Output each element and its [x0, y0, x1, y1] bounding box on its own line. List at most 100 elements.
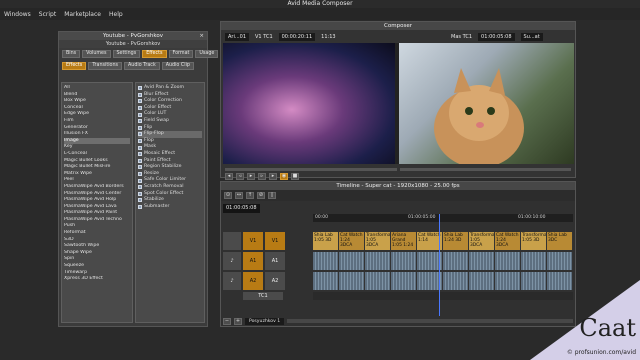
effect-category-item[interactable]: Spin [64, 256, 130, 263]
subtab-audio-clip[interactable]: Audio Clip [161, 62, 194, 70]
effect-category-item[interactable]: Push [64, 223, 130, 230]
effect-item[interactable]: Stabilize [138, 197, 202, 204]
audio-clip[interactable] [391, 272, 417, 290]
audio-clip[interactable] [521, 252, 547, 270]
track-label-v1[interactable]: V1 [243, 232, 263, 250]
effect-category-item[interactable]: L-Conceal [64, 151, 130, 158]
effect-category-item[interactable]: Shape Wipe [64, 250, 130, 257]
track-label-a1[interactable]: A1 [243, 252, 263, 270]
effect-category-item[interactable]: Xpress 3D Effect [64, 276, 130, 283]
tab-usage[interactable]: Usage [195, 50, 219, 58]
audio-clip[interactable] [391, 252, 417, 270]
video-clip[interactable]: Ariana Grand 1:05 1:24 [391, 232, 417, 250]
track-enable-a1[interactable]: A1 [265, 252, 285, 270]
effect-category-item[interactable]: Reformat [64, 230, 130, 237]
effect-item[interactable]: Mosaic Effect [138, 151, 202, 158]
effect-category-item[interactable]: S3D [64, 237, 130, 244]
play-button[interactable]: ▸ [247, 173, 255, 180]
audio-clip[interactable] [365, 272, 391, 290]
track-head-tc1[interactable]: TC1 [223, 292, 313, 300]
audio-clip[interactable] [469, 252, 495, 270]
video-clip[interactable]: Transforma 1:05 3DCA [365, 232, 391, 250]
zoom-in-icon[interactable]: + [234, 317, 242, 325]
effect-category-item[interactable]: PlasmaWipe Avid Techno [64, 217, 130, 224]
v1-source-toggle[interactable] [223, 232, 241, 250]
tool-lift-icon[interactable]: ↑ [246, 192, 254, 199]
effect-item[interactable]: Color Correction [138, 98, 202, 105]
video-clip[interactable]: Shia Lab 3DC [547, 232, 573, 250]
tool-link-icon[interactable]: ⊙ [224, 192, 232, 199]
tool-extract-icon[interactable]: ⊘ [257, 192, 265, 199]
sequence-selector[interactable]: Posyuzhkov 1 [245, 317, 285, 325]
tab-effects[interactable]: Effects [142, 50, 167, 58]
effect-item[interactable]: Mask [138, 144, 202, 151]
video-clip[interactable]: Shia Lab 1:24 3D [443, 232, 469, 250]
video-clip[interactable]: Transforma 1:05 3DCA [469, 232, 495, 250]
step-back-button[interactable]: ◃ [236, 173, 244, 180]
audio-clip[interactable] [469, 272, 495, 290]
audio-clip[interactable] [443, 252, 469, 270]
effect-item[interactable]: Safe Color Limiter [138, 177, 202, 184]
effect-category-item[interactable]: Matrix Wipe [64, 171, 130, 178]
effect-category-item[interactable]: Blend [64, 92, 130, 99]
effect-category-item[interactable]: PlasmaWipe Avid Holp [64, 197, 130, 204]
mark-out-button[interactable]: ▸ [269, 173, 277, 180]
menu-windows[interactable]: Windows [4, 11, 31, 18]
audio-clip[interactable] [365, 252, 391, 270]
subtab-effects[interactable]: Effects [62, 62, 87, 70]
video-clip[interactable]: Shia Lab 1:05 3D [313, 232, 339, 250]
audio-clip[interactable] [313, 272, 339, 290]
tool-segment-icon[interactable]: ↔ [235, 192, 243, 199]
tab-settings[interactable]: Settings [112, 50, 141, 58]
track-head-a2[interactable]: ♪ A2 A2 [223, 272, 313, 290]
effect-item[interactable]: Scratch Removal [138, 184, 202, 191]
effect-item[interactable]: Color LUT [138, 111, 202, 118]
effect-category-item[interactable]: PlasmaWipe Avid Paint [64, 210, 130, 217]
audio-clip[interactable] [495, 252, 521, 270]
audio-clip[interactable] [547, 252, 573, 270]
a2-monitor-icon[interactable]: ♪ [223, 272, 241, 290]
source-monitor[interactable] [223, 43, 395, 164]
zoom-out-icon[interactable]: − [223, 317, 231, 325]
menu-marketplace[interactable]: Marketplace [64, 11, 101, 18]
audio-clip[interactable] [313, 252, 339, 270]
tab-format[interactable]: Format [168, 50, 194, 58]
overwrite-button[interactable]: ■ [291, 173, 299, 180]
effect-category-item[interactable]: Box Wipe [64, 98, 130, 105]
track-head-a1[interactable]: ♪ A1 A1 [223, 252, 313, 270]
video-clip[interactable]: Transforma 1:05 3D [521, 232, 547, 250]
splice-button[interactable]: ◉ [280, 173, 288, 180]
effect-item[interactable]: Avid Pan & Zoom [138, 85, 202, 92]
audio-clip[interactable] [443, 272, 469, 290]
effect-category-item[interactable]: Squeeze [64, 263, 130, 270]
effect-category-item[interactable]: Sawtooth Wipe [64, 243, 130, 250]
effect-category-item[interactable]: Timewarp [64, 270, 130, 277]
mark-in-button[interactable]: ◂ [225, 173, 233, 180]
video-clip[interactable]: Cat Watch 1:24 3DCA [495, 232, 521, 250]
effect-category-item[interactable]: Image [64, 137, 130, 145]
record-monitor[interactable] [399, 43, 574, 164]
audio-clip[interactable] [495, 272, 521, 290]
a1-monitor-icon[interactable]: ♪ [223, 252, 241, 270]
menu-help[interactable]: Help [109, 11, 123, 18]
track-enable-a2[interactable]: A2 [265, 272, 285, 290]
effect-category-item[interactable]: Magic Bullet Looks [64, 158, 130, 165]
effect-category-item[interactable]: Illusion FX [64, 131, 130, 138]
audio-clip[interactable] [339, 272, 365, 290]
effect-category-item[interactable]: Peel [64, 177, 130, 184]
effect-category-item[interactable]: Generator [64, 125, 130, 132]
effect-category-item[interactable]: PlasmaWipe Avid Center [64, 191, 130, 198]
record-clip-name[interactable]: Su...at [520, 32, 543, 41]
subtab-transitions[interactable]: Transitions [88, 62, 123, 70]
audio-track-a1[interactable] [313, 252, 573, 270]
playhead[interactable] [439, 214, 440, 316]
track-enable-v1[interactable]: V1 [265, 232, 285, 250]
effect-category-item[interactable]: PlasmaWipe Avid Lava [64, 204, 130, 211]
video-track[interactable]: Shia Lab 1:05 3D Cat Watch 1:24 3DCA Trans… [313, 232, 573, 250]
effect-palette-title[interactable]: Youtube - PvGorshkov × [59, 32, 207, 40]
subtab-audio-track[interactable]: Audio Track [124, 62, 160, 70]
effect-category-item[interactable]: Conceal [64, 105, 130, 112]
video-clip[interactable]: Cat Watch 1:24 3DCA [339, 232, 365, 250]
audio-clip[interactable] [339, 252, 365, 270]
effect-item[interactable]: Region Stabilize [138, 164, 202, 171]
